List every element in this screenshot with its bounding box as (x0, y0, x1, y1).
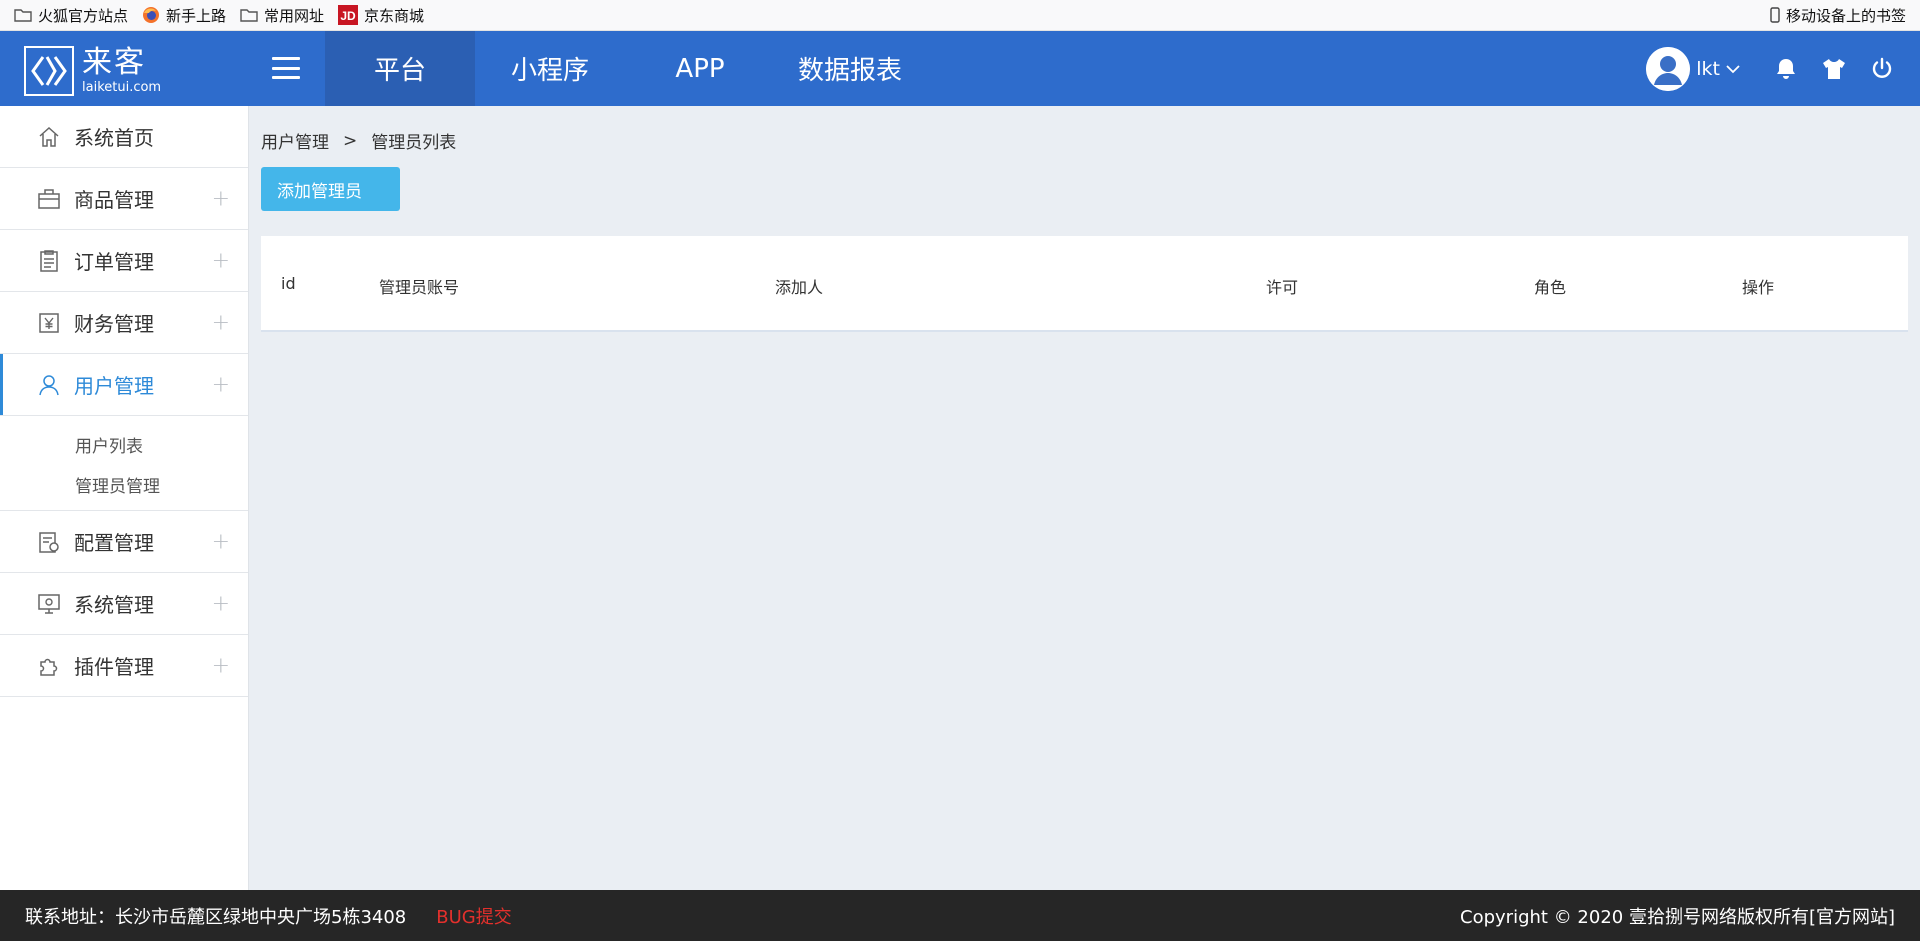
firefox-icon (142, 6, 160, 24)
sidebar-item-label: 配置管理 (74, 531, 154, 555)
tshirt-icon[interactable] (1810, 31, 1858, 106)
sidebar-item-label: 系统首页 (74, 126, 154, 150)
table-header-actions: 操作 (1742, 278, 1775, 297)
sidebar-item-config[interactable]: 配置管理 + (0, 511, 248, 573)
footer-copyright[interactable]: Copyright © 2020 壹拾捌号网络版权所有[官方网站] (1460, 903, 1895, 929)
sidebar-item-label: 系统管理 (74, 593, 154, 617)
sidebar-item-products[interactable]: 商品管理 + (0, 168, 248, 230)
users-submenu: 用户列表 管理员管理 (0, 416, 248, 511)
footer: 联系地址：长沙市岳麓区绿地中央广场5栋3408 BUG提交 Copyright … (0, 890, 1920, 941)
sidebar-item-label: 财务管理 (74, 312, 154, 336)
bookmark-mobile[interactable]: 移动设备上的书签 (1763, 0, 1920, 31)
bookmark-label: 常用网址 (264, 6, 325, 25)
expand-plus-icon[interactable]: + (212, 310, 230, 335)
table-header-role: 角色 (1534, 278, 1567, 297)
expand-plus-icon[interactable]: + (212, 248, 230, 273)
expand-plus-icon[interactable]: + (212, 591, 230, 616)
header-actions: lkt (1646, 31, 1920, 106)
table-header-permission: 许可 (1266, 278, 1299, 297)
avatar (1646, 46, 1691, 91)
expand-plus-icon[interactable]: + (212, 529, 230, 554)
svg-text:JD: JD (340, 9, 356, 23)
breadcrumb-separator: > (343, 130, 358, 151)
breadcrumb: 用户管理 > 管理员列表 (261, 128, 457, 154)
jd-icon: JD (338, 5, 359, 25)
breadcrumb-item-user-management[interactable]: 用户管理 (261, 128, 329, 153)
bell-icon[interactable] (1762, 31, 1810, 106)
bag-icon (36, 186, 62, 212)
folder-icon (240, 8, 258, 22)
sidebar-item-label: 插件管理 (74, 655, 154, 679)
bookmark-label: 新手上路 (166, 6, 227, 25)
bookmark-label: 火狐官方站点 (38, 6, 129, 25)
bookmarks-toolbar: 火狐官方站点 新手上路 常用网址 JD 京东商城 移动设备上的书签 (0, 0, 1920, 31)
monitor-icon (36, 591, 62, 617)
add-admin-button[interactable]: 添加管理员 (261, 167, 400, 211)
sidebar-item-label: 用户管理 (74, 374, 154, 398)
menu-toggle-icon[interactable] (272, 57, 300, 79)
admin-table: id 管理员账号 添加人 许可 角色 操作 (261, 236, 1908, 332)
config-icon (36, 529, 62, 555)
home-icon (36, 124, 62, 150)
nav-data-report[interactable]: 数据报表 (775, 31, 925, 106)
footer-address: 联系地址：长沙市岳麓区绿地中央广场5栋3408 (25, 906, 407, 928)
folder-icon (14, 8, 32, 22)
sidebar-item-system[interactable]: 系统管理 + (0, 573, 248, 635)
nav-mini-program[interactable]: 小程序 (475, 31, 625, 106)
bookmark-mobile-label: 移动设备上的书签 (1785, 6, 1906, 25)
bookmark-firefox-official[interactable]: 火狐官方站点 (0, 0, 135, 31)
nav-app[interactable]: APP (625, 31, 775, 106)
sidebar-item-users[interactable]: 用户管理 + (0, 354, 248, 416)
bug-report-link[interactable]: BUG提交 (436, 903, 511, 929)
puzzle-icon (36, 653, 62, 679)
bookmark-label: 京东商城 (364, 6, 425, 25)
sidebar-item-label: 商品管理 (74, 188, 154, 212)
user-menu[interactable]: lkt (1646, 46, 1740, 91)
top-nav: 平台 小程序 APP 数据报表 (325, 31, 925, 106)
sidebar-item-home[interactable]: 系统首页 (0, 106, 248, 168)
power-icon[interactable] (1858, 31, 1906, 106)
logo-domain: laiketui.com (82, 79, 162, 95)
user-icon (36, 372, 62, 398)
sidebar-item-finance[interactable]: 财务管理 + (0, 292, 248, 354)
sidebar-item-plugins[interactable]: 插件管理 + (0, 635, 248, 697)
mobile-icon (1770, 7, 1780, 23)
logo[interactable]: 来客 laiketui.com (24, 46, 161, 96)
table-header-account: 管理员账号 (379, 278, 460, 297)
nav-platform[interactable]: 平台 (325, 31, 475, 106)
top-header: 来客 laiketui.com 平台 小程序 APP 数据报表 lkt (0, 31, 1920, 106)
sidebar-item-label: 订单管理 (74, 250, 154, 274)
sidebar: 系统首页 商品管理 + 订单管理 + 财务管理 + 用户管理 + 用户列表 管理… (0, 106, 249, 890)
submenu-item-admin-management[interactable]: 管理员管理 (75, 464, 248, 504)
table-header-added-by: 添加人 (775, 278, 824, 297)
expand-plus-icon[interactable]: + (212, 186, 230, 211)
expand-plus-icon[interactable]: + (212, 372, 230, 397)
clipboard-icon (36, 248, 62, 274)
bookmark-getting-started[interactable]: 新手上路 (135, 0, 233, 31)
main-content: 用户管理 > 管理员列表 添加管理员 id 管理员账号 添加人 许可 角色 操作 (250, 106, 1920, 890)
expand-plus-icon[interactable]: + (212, 653, 230, 678)
yen-icon (36, 310, 62, 336)
bookmark-common-sites[interactable]: 常用网址 (233, 0, 331, 31)
sidebar-item-orders[interactable]: 订单管理 + (0, 230, 248, 292)
submenu-item-user-list[interactable]: 用户列表 (75, 424, 248, 464)
table-header-id: id (281, 274, 296, 293)
username: lkt (1696, 57, 1720, 80)
logo-mark-icon (24, 46, 74, 96)
chevron-down-icon (1726, 59, 1740, 78)
bookmark-jd[interactable]: JD 京东商城 (331, 0, 431, 31)
breadcrumb-item-admin-list: 管理员列表 (371, 133, 457, 153)
logo-name: 来客 (82, 44, 146, 80)
